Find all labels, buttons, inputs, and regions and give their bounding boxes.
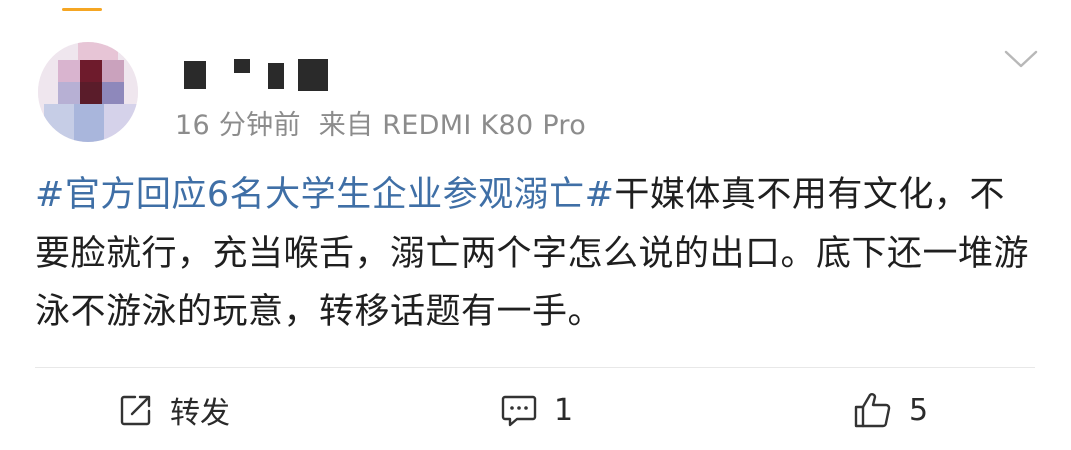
like-button[interactable]: 5 [853,385,928,435]
comment-icon [500,392,538,428]
like-count: 5 [909,392,929,428]
action-bar: 转发 1 5 [0,385,1071,435]
avatar[interactable] [38,42,138,142]
comment-button[interactable]: 1 [500,385,573,435]
repost-label: 转发 [170,396,230,431]
repost-button[interactable]: 转发 [118,385,230,435]
author-name[interactable] [180,57,340,91]
post-content: #官方回应6名大学生企业参观溺亡#干媒体真不用有文化，不要脸就行，充当喉舌，溺亡… [35,166,1040,342]
top-accent-bar [62,8,102,11]
post-time: 16 分钟前 [175,110,301,141]
post-source: 来自 REDMI K80 Pro [318,110,587,141]
comment-count: 1 [554,392,574,428]
topic-link[interactable]: #官方回应6名大学生企业参观溺亡# [35,175,614,215]
repost-icon [118,392,154,428]
thumbs-up-icon [853,391,893,429]
chevron-down-icon[interactable] [1003,48,1039,70]
post-meta: 16 分钟前 来自 REDMI K80 Pro [175,103,586,142]
divider [35,367,1035,368]
